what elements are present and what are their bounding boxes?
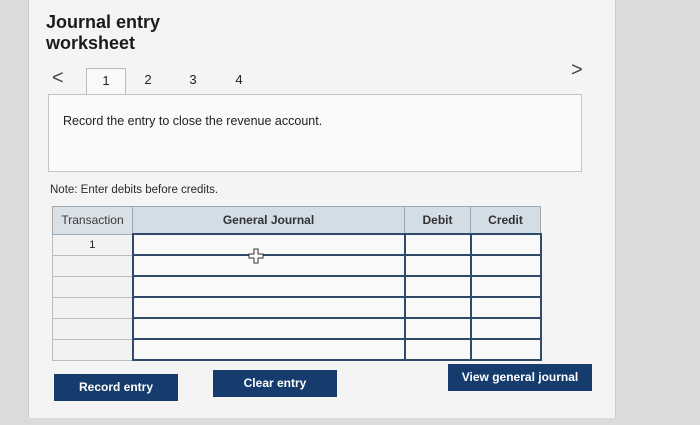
page-title: Journal entry worksheet [46, 12, 160, 54]
chevron-right-icon[interactable]: > [571, 60, 583, 80]
note-text: Note: Enter debits before credits. [50, 184, 219, 196]
credit-input[interactable] [469, 296, 542, 319]
title-line-2: worksheet [46, 33, 136, 53]
general-journal-input[interactable] [131, 317, 406, 340]
journal-table: Transaction General Journal Debit Credit… [52, 206, 542, 361]
crosshair-cursor-icon [248, 248, 264, 264]
general-journal-input[interactable] [131, 338, 406, 361]
credit-input[interactable] [469, 338, 542, 361]
chevron-left-icon[interactable]: < [52, 68, 64, 88]
header-transaction: Transaction [52, 206, 133, 235]
debit-input[interactable] [403, 338, 472, 361]
general-journal-input[interactable] [131, 296, 406, 319]
table-header-row: Transaction General Journal Debit Credit [52, 206, 541, 235]
transaction-cell [52, 296, 133, 319]
title-line-1: Journal entry [46, 12, 161, 32]
transaction-cell [52, 275, 133, 298]
tab-4[interactable]: 4 [219, 68, 259, 94]
credit-input[interactable] [469, 317, 542, 340]
credit-input[interactable] [469, 233, 542, 256]
credit-input[interactable] [469, 275, 542, 298]
table-row: 1 [52, 233, 542, 256]
table-row [52, 296, 542, 319]
credit-input[interactable] [469, 254, 542, 277]
header-debit: Debit [404, 206, 471, 235]
debit-input[interactable] [403, 275, 472, 298]
general-journal-input[interactable] [131, 233, 406, 256]
debit-input[interactable] [403, 296, 472, 319]
tab-2[interactable]: 2 [128, 68, 168, 94]
table-row [52, 317, 542, 340]
view-general-journal-button[interactable]: View general journal [448, 364, 592, 391]
debit-input[interactable] [403, 233, 472, 256]
debit-input[interactable] [403, 317, 472, 340]
record-entry-button[interactable]: Record entry [54, 374, 178, 401]
header-credit: Credit [470, 206, 541, 235]
transaction-cell: 1 [52, 233, 133, 256]
instruction-text: Record the entry to close the revenue ac… [63, 114, 323, 128]
transaction-cell [52, 317, 133, 340]
clear-entry-button[interactable]: Clear entry [213, 370, 337, 397]
general-journal-input[interactable] [131, 254, 406, 277]
debit-input[interactable] [403, 254, 472, 277]
transaction-cell [52, 338, 133, 361]
header-general-journal: General Journal [132, 206, 405, 235]
table-row [52, 254, 542, 277]
table-row [52, 275, 542, 298]
tab-3[interactable]: 3 [173, 68, 213, 94]
instruction-box: Record the entry to close the revenue ac… [48, 94, 582, 172]
table-row [52, 338, 542, 361]
general-journal-input[interactable] [131, 275, 406, 298]
transaction-cell [52, 254, 133, 277]
